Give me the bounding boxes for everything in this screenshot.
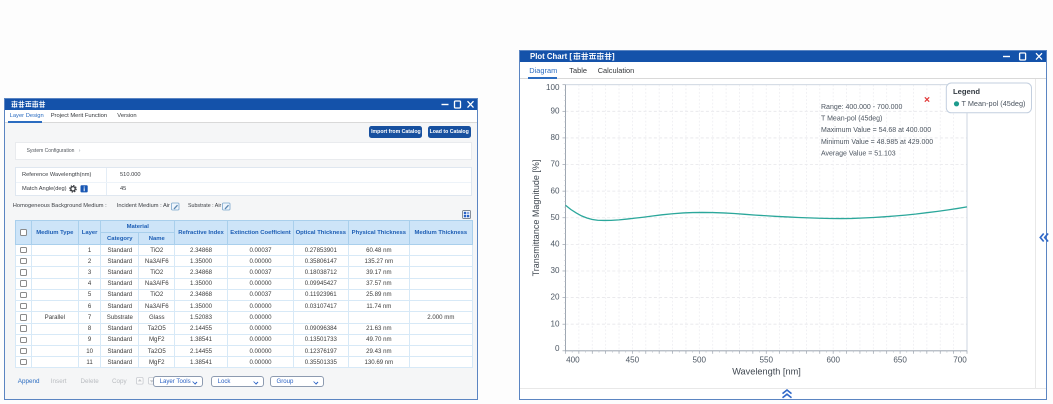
svg-text:90: 90 — [550, 106, 560, 115]
svg-text:80: 80 — [550, 133, 560, 142]
svg-text:Range: 400.000 - 700.000: Range: 400.000 - 700.000 — [821, 104, 902, 111]
svg-text:500: 500 — [693, 356, 707, 365]
svg-text:Maximum Value = 54.68 at 400.0: Maximum Value = 54.68 at 400.000 — [821, 127, 931, 134]
svg-text:30: 30 — [550, 266, 560, 275]
svg-text:Wavelength [nm]: Wavelength [nm] — [732, 367, 801, 377]
svg-text:450: 450 — [626, 356, 640, 365]
svg-text:650: 650 — [893, 356, 907, 365]
svg-text:T Mean-pol (45deg): T Mean-pol (45deg) — [962, 99, 1026, 108]
svg-text:600: 600 — [826, 356, 840, 365]
svg-text:20: 20 — [550, 293, 560, 302]
svg-text:T Mean-pol (45deg): T Mean-pol (45deg) — [821, 116, 882, 123]
svg-text:10: 10 — [550, 319, 560, 328]
svg-text:Legend: Legend — [953, 87, 980, 96]
svg-text:50: 50 — [550, 213, 560, 222]
svg-text:60: 60 — [550, 186, 560, 195]
svg-text:70: 70 — [550, 160, 560, 169]
svg-text:Minimum Value = 48.985 at 429.: Minimum Value = 48.985 at 429.000 — [821, 139, 933, 146]
svg-text:700: 700 — [953, 356, 967, 365]
svg-text:40: 40 — [550, 240, 560, 249]
svg-text:Transmittance Magnitude [%]: Transmittance Magnitude [%] — [531, 160, 541, 277]
svg-text:Average Value = 51.103: Average Value = 51.103 — [821, 151, 896, 158]
svg-text:0: 0 — [555, 344, 560, 353]
svg-text:400: 400 — [566, 356, 580, 365]
svg-text:100: 100 — [546, 83, 560, 92]
svg-text:550: 550 — [759, 356, 773, 365]
